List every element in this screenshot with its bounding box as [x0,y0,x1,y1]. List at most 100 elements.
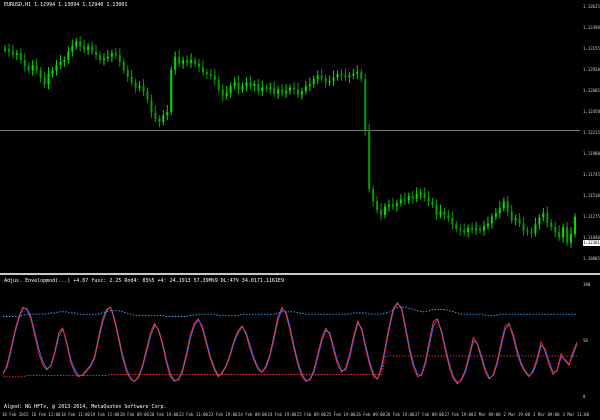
time-tick-label: 18 Feb 11:00 [61,412,90,417]
candle-body [95,51,98,56]
indicator-pane[interactable]: Adjus. Envelopmod(...) +4.07 fusc: 2.25 … [0,276,580,410]
candle-body [376,201,379,210]
time-tick-label: 2 Mar 19:00 [503,412,531,417]
candle-body [257,84,260,92]
candle-body [130,76,133,83]
price-tick-label: 1.13155 [583,46,600,51]
candle-body [265,87,268,89]
upper-envelope-line [3,306,577,317]
candle-body [47,73,50,85]
price-tick-label: 1.12920 [583,67,600,72]
candle-body [7,48,10,52]
candle-body [340,73,343,76]
candle-body [566,227,569,243]
pane-separator[interactable] [0,273,600,275]
candle-body [332,77,335,81]
candle-body [384,206,387,215]
candle-body [502,201,505,209]
candle-body [67,51,70,61]
candle-body [415,194,418,199]
candle-body [15,53,18,56]
candle-body [395,202,398,207]
candle-body [427,197,430,202]
candle-body [162,115,165,123]
candle-body [526,230,529,233]
candle-body [201,67,204,73]
candle-body [558,232,561,238]
indicator-header: Adjus. Envelopmod(...) +4.07 fusc: 2.25 … [4,278,284,284]
candle-body [399,199,402,203]
candle-body [154,112,157,119]
time-tick-label: 19 Feb 15:00 [90,412,120,417]
candle-body [150,99,153,113]
lower-envelope-line [3,355,577,378]
candle-body [356,72,359,74]
candle-body [486,223,489,227]
candle-body [118,55,121,62]
candle-body [380,209,383,215]
candle-body [213,75,216,80]
candle-body [419,192,422,195]
candle-body [447,214,450,219]
candle-body [391,204,394,207]
candle-body [102,58,105,61]
candle-body [304,85,307,92]
candle-body [285,91,288,93]
candle-body [91,46,94,52]
candle-body [87,46,90,50]
time-axis[interactable]: 10 Feb 2015 16 Feb 11:00 18 Feb 11:00 19 Fe… [0,410,600,420]
candle-body [482,226,485,231]
candle-body [134,82,137,88]
candle-body [158,118,161,123]
candle-body [289,87,291,92]
candle-body [435,204,438,215]
candle-body [522,223,525,231]
candle-body [79,41,82,47]
candle-body [269,87,272,89]
time-tick-label: 10 Feb 2015 [2,412,29,417]
candle-body [55,65,58,71]
candle-body [75,41,78,47]
candle-body [455,224,458,229]
candle-body [296,89,299,95]
candle-body [328,80,331,83]
candle-body [546,213,549,223]
candle-body [114,53,117,56]
time-tick-label: 27 Feb 09:00 [415,412,444,417]
price-tick-label: 1.12215 [583,130,600,135]
candle-body [190,60,193,63]
price-tick-label: 1.13390 [583,25,600,30]
candle-body [312,79,315,85]
candle-body [83,46,86,50]
price-axis[interactable]: 1.13625 1.13390 1.13155 1.12920 1.12685 1.124… [581,0,600,420]
candle-body [320,75,323,79]
candle-body [411,196,414,199]
time-tick-label: 23 Feb 11:00 [179,412,208,417]
candle-body [562,227,565,238]
candle-body [344,75,347,78]
candle-body [229,85,232,93]
candle-body [407,196,410,201]
candle-body [368,130,371,190]
candle-body [308,84,311,86]
candle-body [467,227,470,233]
price-tick-label: 1.11510 [583,193,600,198]
candle-body [281,89,284,93]
time-tick-label: 16 Feb 11:00 [31,412,61,417]
candle-body [63,60,66,62]
candle-body [126,70,129,77]
candle-body [542,213,545,218]
price-tick-label: 1.11980 [583,151,600,156]
candle-body [534,224,537,234]
candle-body [494,213,497,217]
candle-body [431,201,434,205]
price-chart-pane[interactable]: EURUSD,H1 1.12994 1.13094 1.12940 1.1300… [0,0,580,272]
indicator-svg [2,301,578,385]
candle-body [237,82,240,90]
candle-body [209,73,212,76]
candle-body [292,87,295,90]
candle-body [186,60,189,63]
candle-body [170,69,173,112]
indicator-tick-label: 0 [583,394,586,399]
time-tick-label: 26 Feb 09:00 [356,412,385,417]
